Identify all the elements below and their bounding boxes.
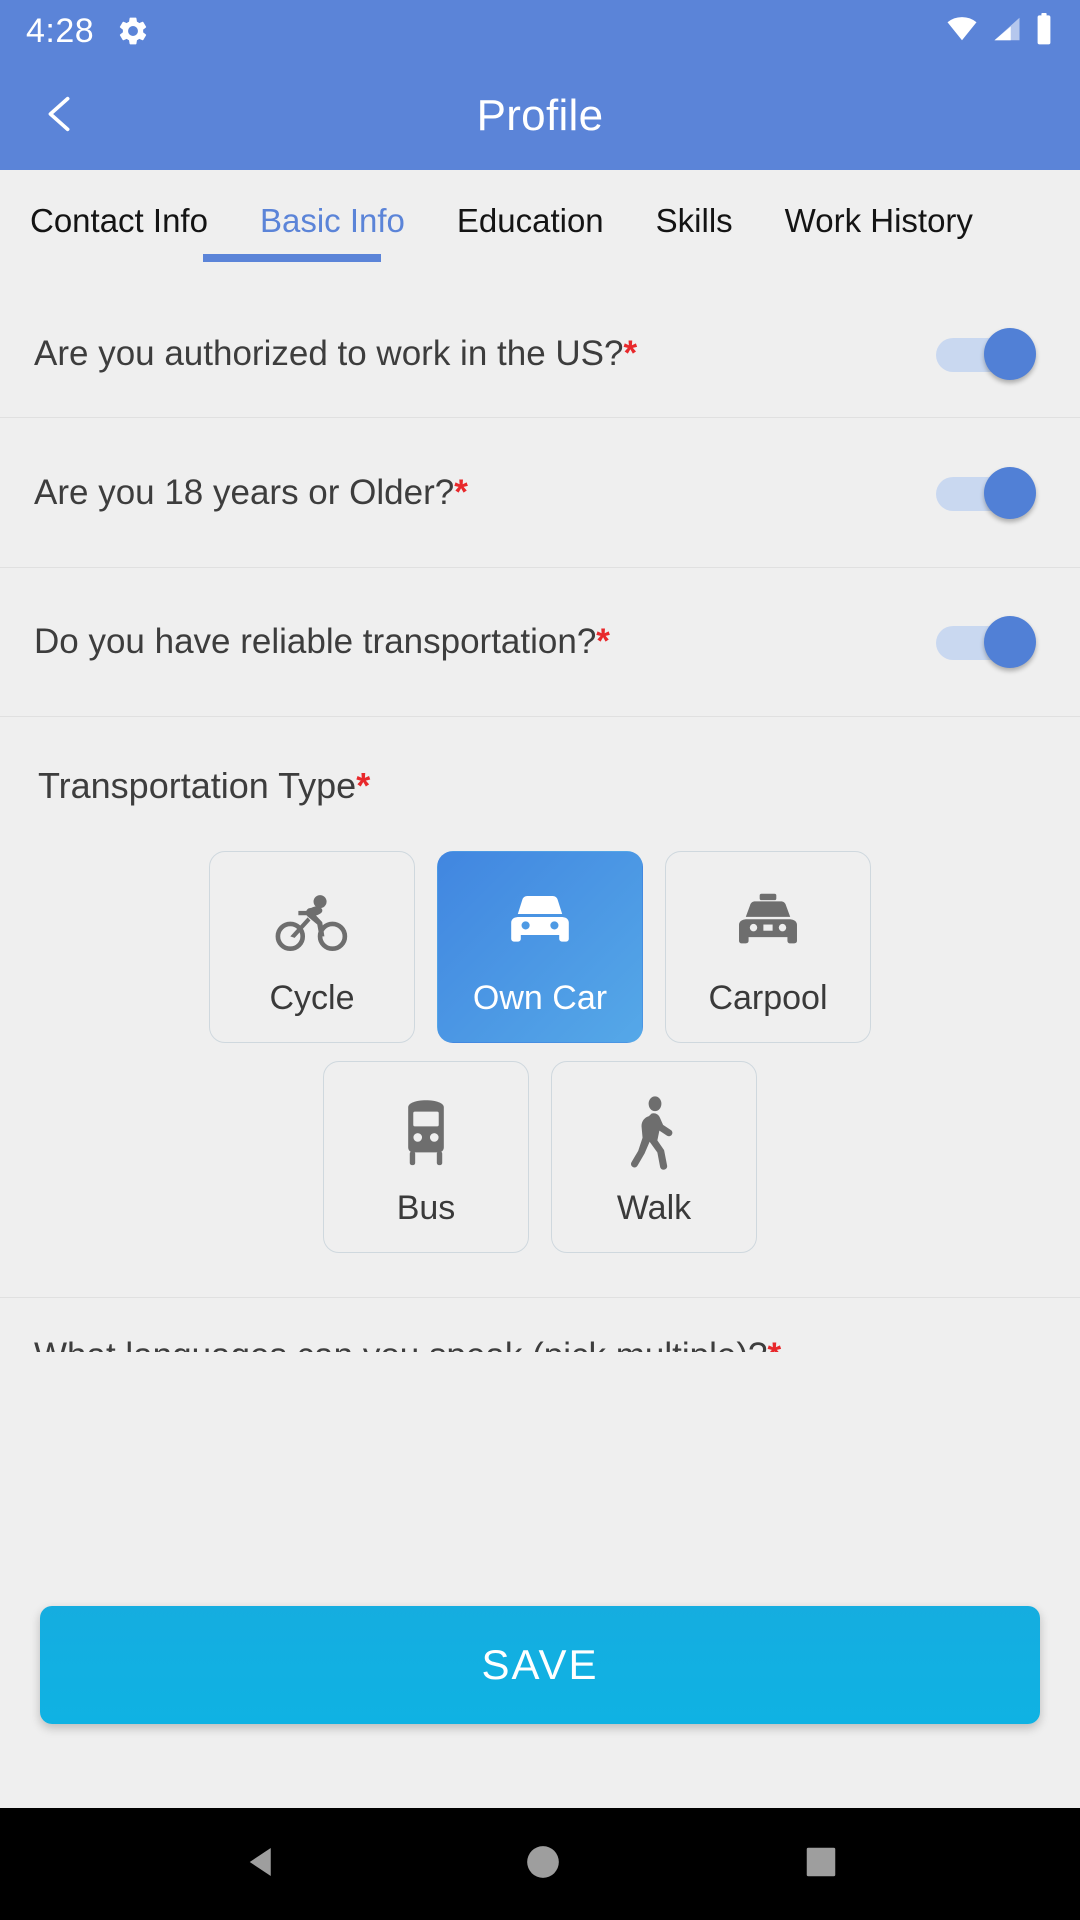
question-row-age: Are you 18 years or Older?* xyxy=(0,417,1080,567)
transport-option-carpool[interactable]: Carpool xyxy=(665,851,871,1043)
question-row-work-authorization: Are you authorized to work in the US?* xyxy=(0,290,1080,417)
required-asterisk: * xyxy=(596,622,610,662)
question-label: Do you have reliable transportation?* xyxy=(34,621,936,662)
app-bar: Profile xyxy=(0,62,1080,170)
back-button[interactable] xyxy=(18,74,102,158)
tab-skills[interactable]: Skills xyxy=(630,198,759,237)
tab-basic-info[interactable]: Basic Info xyxy=(234,198,431,237)
tab-education[interactable]: Education xyxy=(431,198,630,237)
transport-option-label: Own Car xyxy=(472,978,608,1017)
save-button[interactable]: SAVE xyxy=(40,1606,1040,1724)
tab-bar[interactable]: Contact Info Basic Info Education Skills… xyxy=(0,170,1080,290)
transport-option-label: Cycle xyxy=(269,978,355,1017)
phone-screen: 4:28 Profile Contact Info Basic Info Edu… xyxy=(0,0,1080,1920)
transport-option-row-2: Bus Walk xyxy=(0,1061,1080,1253)
gear-icon xyxy=(116,14,150,48)
tab-contact-info[interactable]: Contact Info xyxy=(0,198,234,237)
transport-option-label: Bus xyxy=(396,1188,456,1227)
bicycle-icon xyxy=(272,877,352,969)
transport-option-label: Carpool xyxy=(708,978,828,1017)
transport-option-cycle[interactable]: Cycle xyxy=(209,851,415,1043)
status-bar-time: 4:28 xyxy=(26,11,95,50)
question-text: Are you authorized to work in the US? xyxy=(34,333,624,373)
transportation-type-text: Transportation Type xyxy=(38,765,357,806)
form-content[interactable]: Are you authorized to work in the US?* A… xyxy=(0,290,1080,1352)
wifi-icon xyxy=(944,14,980,49)
status-bar: 4:28 xyxy=(0,0,1080,62)
square-recents-icon xyxy=(803,1844,839,1885)
nav-recents-button[interactable] xyxy=(803,1844,839,1885)
transport-option-own-car[interactable]: Own Car xyxy=(437,851,643,1043)
car-icon xyxy=(502,877,578,969)
chevron-left-icon xyxy=(37,85,83,148)
question-text: What languages can you speak (pick multi… xyxy=(34,1336,767,1352)
required-asterisk: * xyxy=(623,333,638,373)
toggle-reliable-transportation[interactable] xyxy=(936,616,1040,668)
walk-icon xyxy=(626,1087,682,1179)
toggle-thumb xyxy=(984,616,1036,668)
question-label: Are you 18 years or Older?* xyxy=(34,472,936,513)
transport-option-label: Walk xyxy=(616,1188,692,1227)
question-text: Are you 18 years or Older? xyxy=(34,472,455,512)
circle-home-icon xyxy=(524,1843,562,1886)
transportation-type-label: Transportation Type* xyxy=(0,765,1080,807)
triangle-back-icon xyxy=(241,1841,283,1888)
required-asterisk: * xyxy=(454,472,468,512)
toggle-thumb xyxy=(984,327,1036,380)
question-label: Are you authorized to work in the US?* xyxy=(34,333,936,374)
transportation-type-section: Transportation Type* Cycle Own Car Carpo… xyxy=(0,716,1080,1253)
save-button-container: SAVE xyxy=(0,1606,1080,1724)
required-asterisk: * xyxy=(356,765,371,806)
toggle-work-authorization[interactable] xyxy=(936,327,1040,380)
transport-option-row-1: Cycle Own Car Carpool xyxy=(0,851,1080,1043)
question-text: Do you have reliable transportation? xyxy=(34,622,597,662)
tab-active-indicator xyxy=(203,254,381,262)
cellular-signal-icon xyxy=(990,14,1024,49)
nav-home-button[interactable] xyxy=(524,1843,562,1886)
battery-icon xyxy=(1034,12,1054,50)
question-row-transportation: Do you have reliable transportation?* xyxy=(0,567,1080,716)
nav-back-button[interactable] xyxy=(241,1841,283,1888)
bus-icon xyxy=(395,1087,457,1179)
transport-option-walk[interactable]: Walk xyxy=(551,1061,757,1253)
toggle-thumb xyxy=(984,466,1036,519)
toggle-age[interactable] xyxy=(936,466,1040,519)
page-title: Profile xyxy=(476,91,604,140)
required-asterisk: * xyxy=(767,1336,781,1352)
transport-option-bus[interactable]: Bus xyxy=(323,1061,529,1253)
android-nav-bar[interactable] xyxy=(0,1808,1080,1920)
status-bar-indicators xyxy=(944,12,1054,50)
tab-work-history[interactable]: Work History xyxy=(759,198,999,237)
question-row-languages: What languages can you speak (pick multi… xyxy=(0,1297,1080,1352)
taxi-icon xyxy=(731,877,805,969)
